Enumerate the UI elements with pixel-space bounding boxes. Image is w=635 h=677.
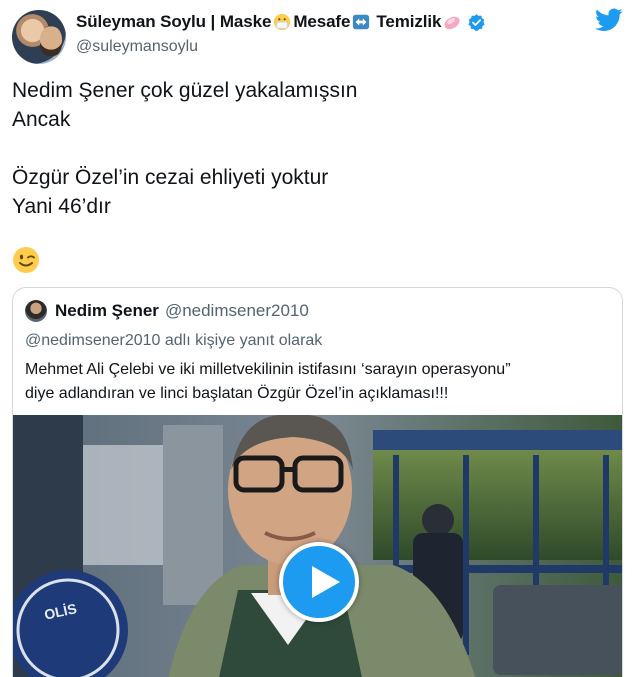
twitter-bird-icon[interactable] (595, 8, 623, 32)
tweet-header: Süleyman Soylu | Maske Mesafe Temizlik @… (12, 8, 623, 64)
play-button[interactable] (279, 542, 359, 622)
author-handle[interactable]: @suleymansoylu (76, 38, 198, 56)
author-name-part3: Temizlik (376, 12, 442, 31)
winking-face-icon (13, 247, 39, 273)
tweet-line: Özgür Özel’in cezai ehliyeti yoktur (12, 166, 329, 189)
video-player[interactable]: OLİS (13, 415, 622, 677)
quoted-tweet-header: Nedim Şener @nedimsener2010 (25, 300, 309, 322)
mask-emoji-icon (274, 13, 291, 31)
verified-badge-icon (468, 13, 485, 31)
author-name-part2: Mesafe (293, 12, 351, 31)
author-avatar[interactable] (12, 10, 66, 64)
quoted-text-line: diye adlandıran ve linci başlatan Özgür … (25, 385, 449, 402)
quoted-tweet-text: Mehmet Ali Çelebi ve iki milletvekilinin… (25, 358, 611, 406)
quoted-text-line: Mehmet Ali Çelebi ve iki milletvekilinin… (25, 361, 511, 378)
quoted-tweet-card[interactable]: Nedim Şener @nedimsener2010 @nedimsener2… (12, 287, 623, 677)
quoted-author-handle: @nedimsener2010 (164, 301, 309, 320)
tweet-line: Ancak (12, 108, 71, 131)
soap-emoji-icon (444, 16, 460, 30)
author-name-part1: Süleyman Soylu | Maske (76, 12, 272, 31)
quoted-author-name: Nedim Şener (55, 301, 159, 320)
tweet-line: Nedim Şener çok güzel yakalamışsın (12, 79, 358, 102)
tweet-body: Nedim Şener çok güzel yakalamışsın Ancak… (12, 76, 612, 221)
quoted-author-avatar (25, 300, 47, 322)
reply-context: @nedimsener2010 adlı kişiye yanıt olarak (25, 332, 323, 349)
left-right-arrow-icon (353, 14, 370, 30)
tweet-line: Yani 46’dır (12, 195, 111, 218)
author-name-row[interactable]: Süleyman Soylu | Maske Mesafe Temizlik (76, 12, 486, 32)
